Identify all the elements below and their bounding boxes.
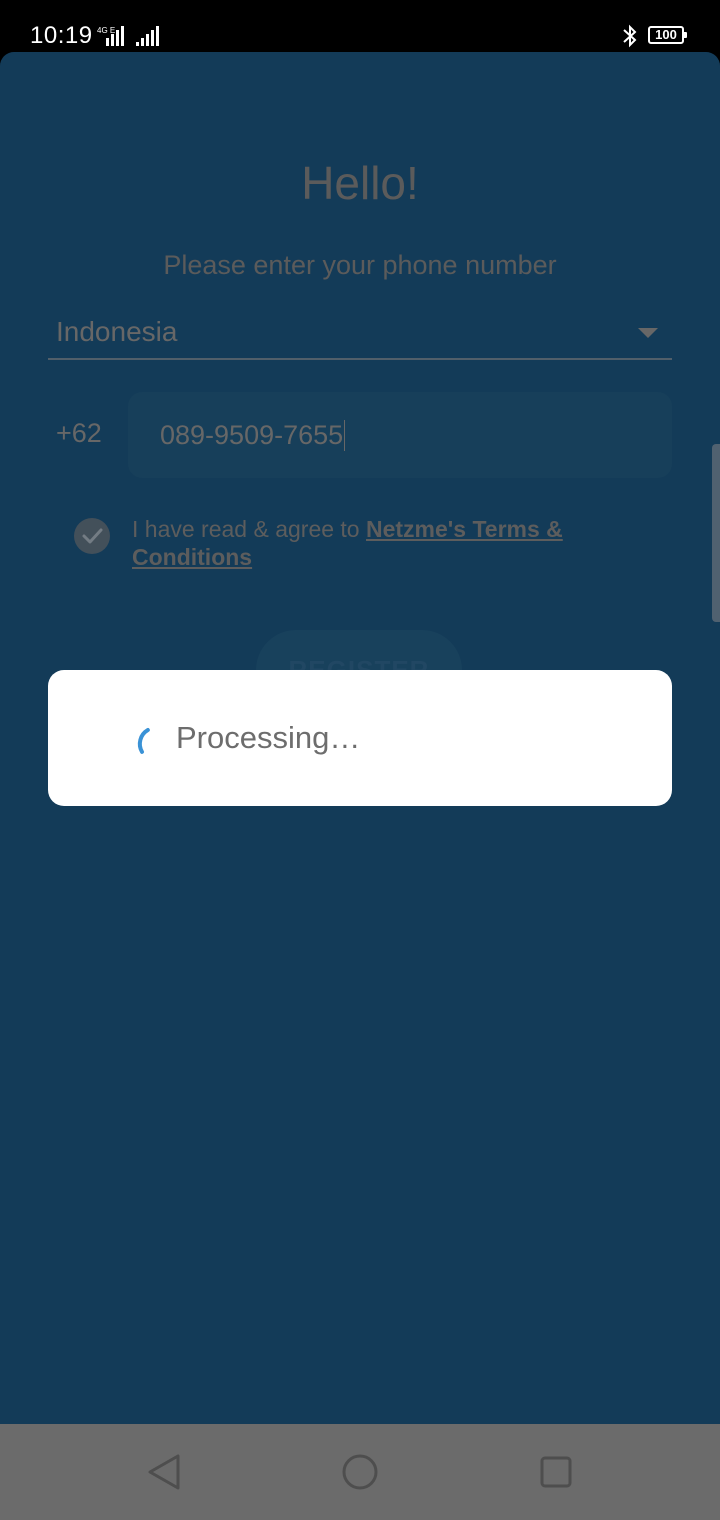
phone-number-input[interactable]: 089-9509-7655 bbox=[128, 392, 672, 478]
chevron-down-icon bbox=[638, 328, 658, 338]
country-select-value: Indonesia bbox=[56, 316, 178, 347]
page-subtitle: Please enter your phone number bbox=[163, 250, 557, 280]
processing-message: Processing… bbox=[176, 720, 361, 755]
home-icon[interactable] bbox=[340, 1452, 380, 1492]
processing-dialog: Processing… bbox=[48, 670, 672, 806]
status-bar: 10:19 4G E 100 bbox=[0, 0, 720, 60]
country-code: +62 bbox=[56, 418, 102, 448]
navigation-bar bbox=[0, 1424, 720, 1520]
battery-icon: 100 bbox=[648, 26, 687, 44]
country-select[interactable]: Indonesia bbox=[48, 308, 672, 360]
phone-number-value: 089-9509-7655 bbox=[160, 420, 346, 451]
spinner-icon bbox=[137, 728, 150, 754]
check-icon bbox=[82, 528, 103, 544]
scrollbar-thumb[interactable] bbox=[712, 444, 720, 622]
page-title: Hello! bbox=[301, 157, 419, 209]
agreement-label: I have read & agree to bbox=[132, 516, 366, 542]
back-icon[interactable] bbox=[144, 1452, 184, 1492]
svg-text:4G E: 4G E bbox=[97, 26, 115, 35]
agreement-text: I have read & agree to Netzme's Terms & … bbox=[132, 515, 602, 571]
signal-icon: 4G E bbox=[97, 26, 159, 46]
agree-checkbox[interactable] bbox=[74, 518, 110, 554]
bluetooth-icon bbox=[623, 24, 637, 48]
status-time: 10:19 bbox=[30, 22, 93, 49]
recents-icon[interactable] bbox=[536, 1452, 576, 1492]
